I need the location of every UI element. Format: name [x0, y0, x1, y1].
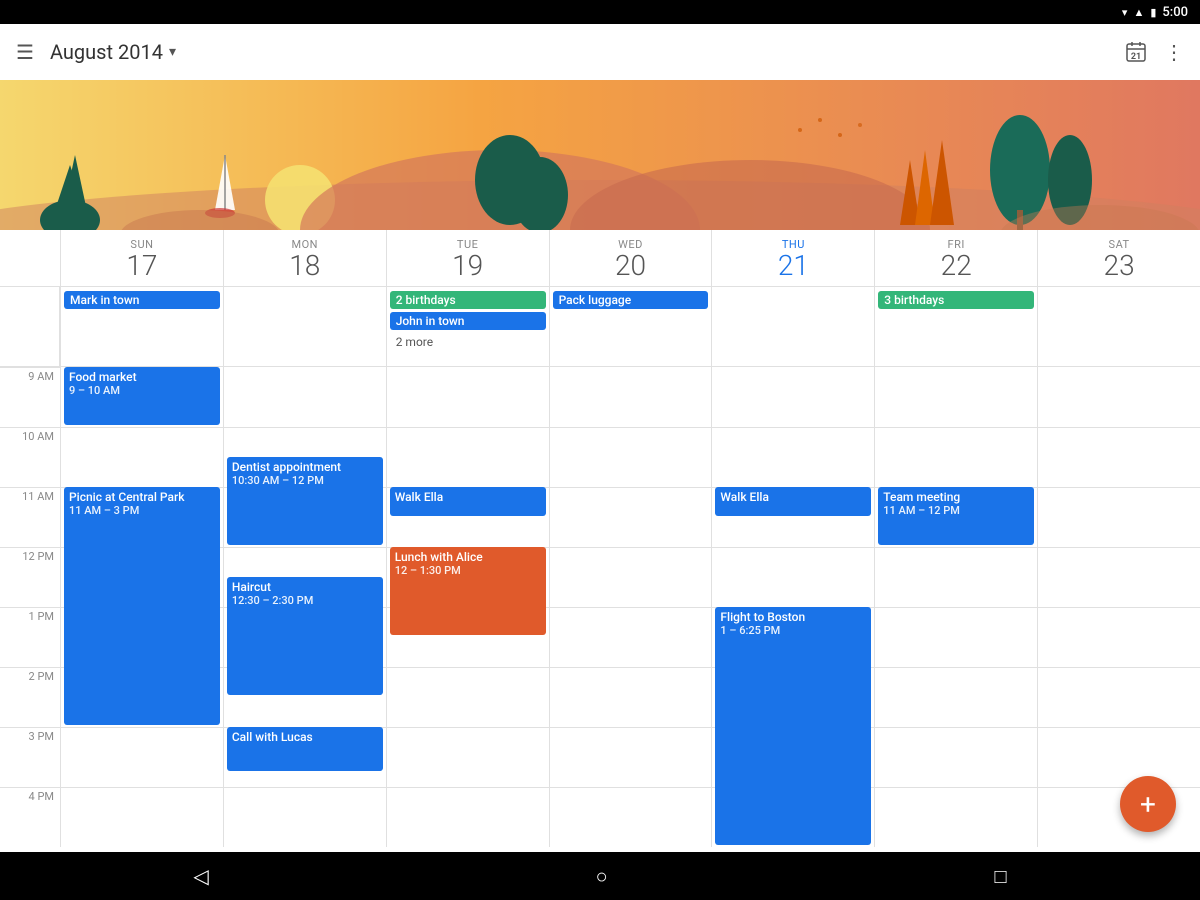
allday-mon	[223, 287, 386, 366]
time-labels: 9 AM 10 AM 11 AM 12 PM 1 PM 2 PM 3 PM 4 …	[0, 367, 60, 852]
day-col-tue: Walk Ella Lunch with Alice 12 – 1:30 PM	[386, 367, 549, 847]
day-col-wed	[549, 367, 712, 847]
day-col-thu: Walk Ella Flight to Boston 1 – 6:25 PM	[711, 367, 874, 847]
event-picnic-central-park[interactable]: Picnic at Central Park 11 AM – 3 PM	[64, 487, 220, 725]
hero-banner	[0, 80, 1200, 230]
signal-icon: ▲	[1133, 6, 1144, 19]
allday-sun: Mark in town	[60, 287, 223, 366]
allday-wed: Pack luggage	[549, 287, 712, 366]
home-button[interactable]: ○	[596, 864, 608, 889]
dropdown-arrow: ▾	[169, 44, 176, 60]
event-john-in-town[interactable]: John in town	[390, 312, 546, 330]
today-day-badge: 21	[1131, 52, 1141, 62]
day-col-fri: Team meeting 11 AM – 12 PM	[874, 367, 1037, 847]
toolbar-actions: 21 ⋮	[1124, 40, 1184, 64]
day-header-wed: WED 20	[549, 230, 712, 286]
back-button[interactable]: ◁	[193, 864, 208, 888]
bottom-nav: ◁ ○ □	[0, 852, 1200, 900]
time-11am: 11 AM	[0, 487, 60, 547]
allday-row: Mark in town 2 birthdays John in town 2 …	[0, 287, 1200, 367]
status-time: 5:00	[1162, 5, 1188, 20]
event-walk-ella-tue[interactable]: Walk Ella	[390, 487, 546, 516]
allday-fri: 3 birthdays	[874, 287, 1037, 366]
event-call-with-lucas[interactable]: Call with Lucas	[227, 727, 383, 771]
time-10am: 10 AM	[0, 427, 60, 487]
event-food-market[interactable]: Food market 9 – 10 AM	[64, 367, 220, 425]
day-col-sun: Food market 9 – 10 AM Picnic at Central …	[60, 367, 223, 847]
allday-thu	[711, 287, 874, 366]
today-button[interactable]: 21	[1124, 40, 1148, 64]
event-dentist-appointment[interactable]: Dentist appointment 10:30 AM – 12 PM	[227, 457, 383, 545]
fab-add-button[interactable]: +	[1120, 776, 1176, 832]
month-title[interactable]: August 2014 ▾	[50, 40, 1124, 64]
allday-tue: 2 birthdays John in town 2 more	[386, 287, 549, 366]
event-haircut[interactable]: Haircut 12:30 – 2:30 PM	[227, 577, 383, 695]
menu-button[interactable]: ☰	[16, 40, 34, 64]
time-12pm: 12 PM	[0, 547, 60, 607]
event-lunch-with-alice[interactable]: Lunch with Alice 12 – 1:30 PM	[390, 547, 546, 635]
time-1pm: 1 PM	[0, 607, 60, 667]
event-flight-to-boston[interactable]: Flight to Boston 1 – 6:25 PM	[715, 607, 871, 845]
event-pack-luggage[interactable]: Pack luggage	[553, 291, 709, 309]
event-2-birthdays-tue[interactable]: 2 birthdays	[390, 291, 546, 309]
day-header-tue: TUE 19	[386, 230, 549, 286]
time-grid: 9 AM 10 AM 11 AM 12 PM 1 PM 2 PM 3 PM 4 …	[0, 367, 1200, 852]
recents-button[interactable]: □	[994, 864, 1006, 889]
time-3pm: 3 PM	[0, 727, 60, 787]
event-walk-ella-thu[interactable]: Walk Ella	[715, 487, 871, 516]
event-3-birthdays-fri[interactable]: 3 birthdays	[878, 291, 1034, 309]
toolbar: ☰ August 2014 ▾ 21 ⋮	[0, 24, 1200, 80]
event-team-meeting[interactable]: Team meeting 11 AM – 12 PM	[878, 487, 1034, 545]
day-header-sat: SAT 23	[1037, 230, 1200, 286]
status-bar: ▾ ▲ ▮ 5:00	[0, 0, 1200, 24]
wifi-icon: ▾	[1122, 6, 1128, 19]
day-header-thu: THU 21	[711, 230, 874, 286]
more-events-tue[interactable]: 2 more	[390, 333, 546, 351]
time-2pm: 2 PM	[0, 667, 60, 727]
day-header-sun: SUN 17	[60, 230, 223, 286]
battery-icon: ▮	[1150, 6, 1156, 19]
day-col-sat	[1037, 367, 1200, 847]
day-header-mon: MON 18	[223, 230, 386, 286]
calendar-container: SUN 17 MON 18 TUE 19 WED 20 THU 21 FRI 2…	[0, 230, 1200, 852]
day-header-fri: FRI 22	[874, 230, 1037, 286]
time-9am: 9 AM	[0, 367, 60, 427]
time-4pm: 4 PM	[0, 787, 60, 847]
allday-sat	[1037, 287, 1200, 366]
month-label: August 2014	[50, 40, 163, 64]
more-button[interactable]: ⋮	[1164, 40, 1184, 64]
day-col-mon: Dentist appointment 10:30 AM – 12 PM Hai…	[223, 367, 386, 847]
day-headers: SUN 17 MON 18 TUE 19 WED 20 THU 21 FRI 2…	[0, 230, 1200, 287]
event-mark-in-town[interactable]: Mark in town	[64, 291, 220, 309]
